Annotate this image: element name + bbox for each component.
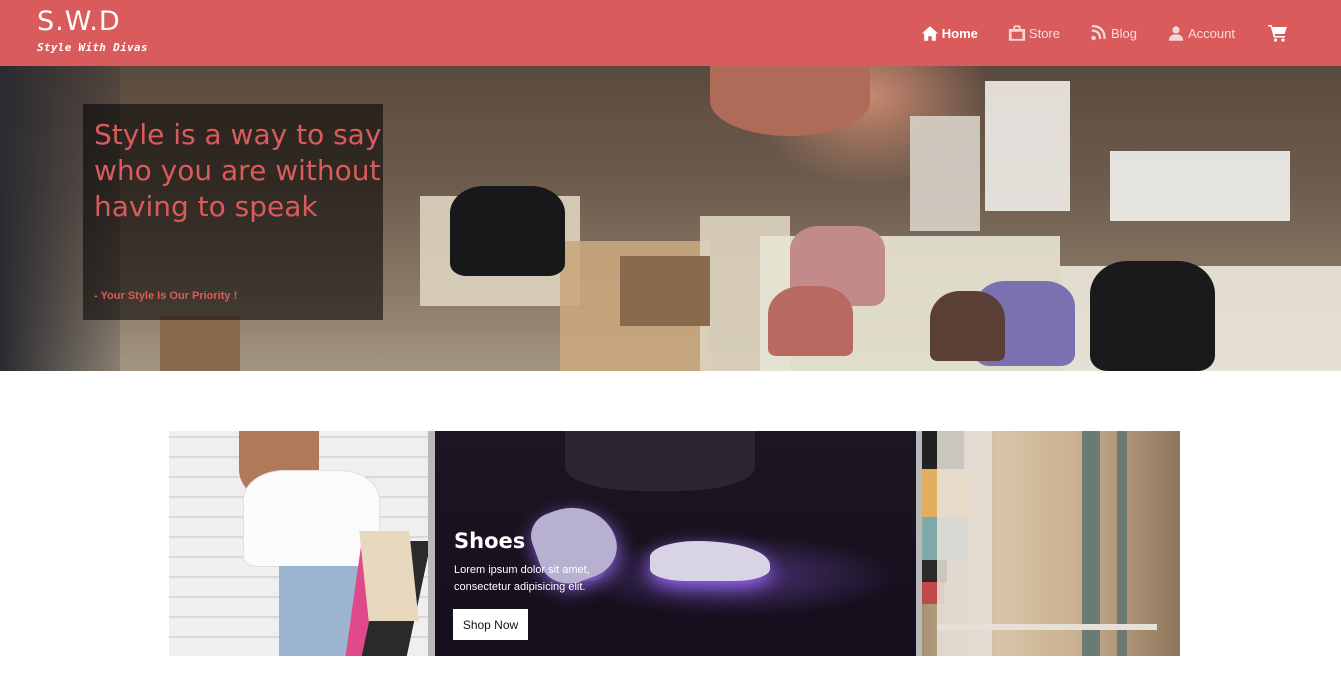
brand-title: S.W.D [37,6,121,37]
nav-blog-label: Blog [1110,25,1138,41]
home-icon [921,25,938,41]
nav-account[interactable]: Account [1167,25,1235,42]
hero-headline: Style is a way to say who you are withou… [94,118,382,223]
rss-icon [1091,24,1106,40]
main-nav: Home Store Blog Account [891,24,1291,42]
nav-store-label: Store [1028,25,1060,41]
woman-tshirt [244,471,379,566]
poster [985,81,1070,211]
card-bag-store[interactable] [922,431,1180,656]
nav-blog[interactable]: Blog [1090,24,1138,42]
shelf-display [1110,151,1290,221]
card-shoes[interactable]: Shoes Lorem ipsum dolor sit amet, consec… [435,431,916,656]
glowing-sneaker [650,541,770,581]
shoe-boxes [160,316,240,371]
store-window-frame [937,431,992,656]
boots-pink [768,286,853,356]
card-description: Lorem ipsum dolor sit amet, consectetur … [454,564,590,593]
poster-face [710,66,870,136]
top-navbar: S.W.D Style With Divas Home Store Blog A… [0,0,1341,66]
nav-store[interactable]: Store [1008,24,1060,42]
dark-figure [565,431,755,491]
brand-tagline: Style With Divas [37,41,148,54]
nav-home[interactable]: Home [921,25,978,42]
brand-logo[interactable]: S.W.D Style With Divas [37,6,148,55]
store-shelf [937,624,1157,630]
shoe-boxes [620,256,710,326]
featured-cards: Shoes Lorem ipsum dolor sit amet, consec… [169,431,1180,656]
nav-account-label: Account [1188,25,1235,41]
nav-home-label: Home [941,25,978,41]
user-icon [1168,25,1184,41]
boots-brown [930,291,1005,361]
glass-frame [1082,431,1100,656]
poster [910,116,980,231]
hero-subline: - Your Style Is Our Priority ! [94,290,238,302]
handbag-black [1090,261,1215,371]
hero-banner: Style is a way to say who you are withou… [0,66,1341,371]
card-shopping-woman[interactable] [169,431,428,656]
handbag-black [450,186,565,276]
glass-frame [1117,431,1127,656]
store-icon [1008,24,1026,41]
card-title: Shoes [454,529,526,553]
card-divider [428,431,435,656]
cart-icon [1268,25,1287,42]
nav-cart[interactable] [1265,24,1291,42]
shop-now-button[interactable]: Shop Now [453,609,528,640]
shopping-bag-beige [359,531,419,621]
